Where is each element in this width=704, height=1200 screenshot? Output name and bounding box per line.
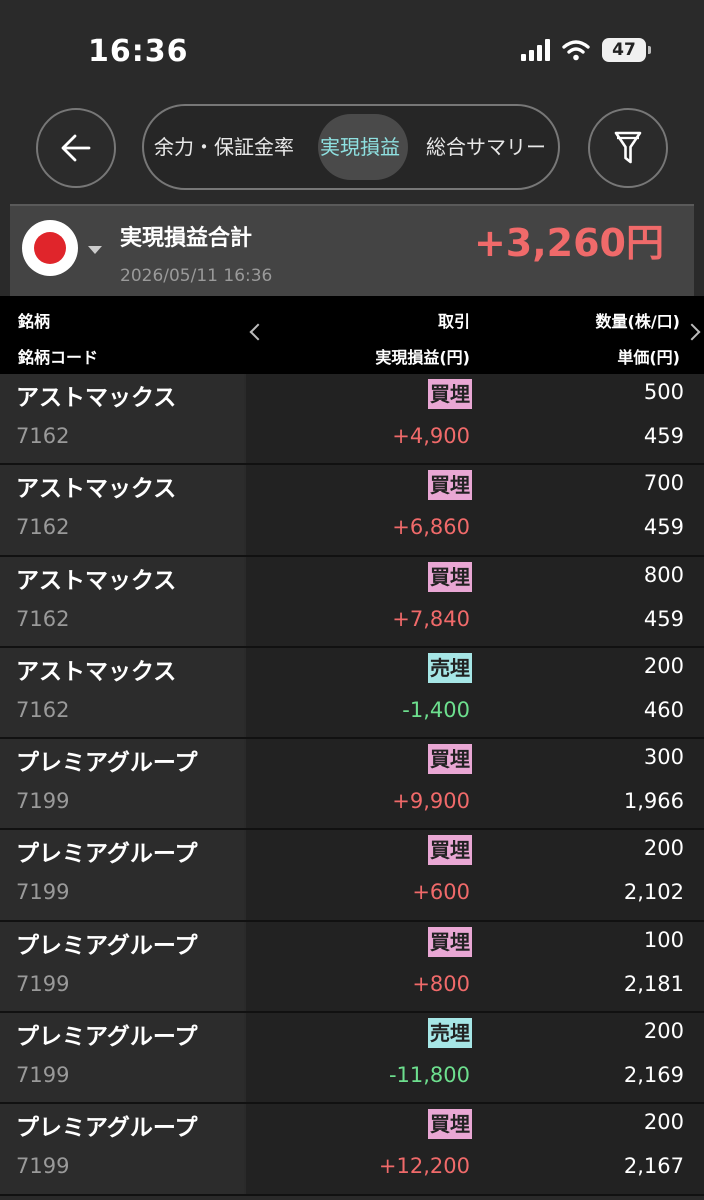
status-bar: 16:36 47 [0,0,704,100]
realized-pnl: +6,860 [392,515,470,540]
unit-price: 460 [643,697,684,722]
stock-code: 7199 [16,1063,70,1088]
tab-summary[interactable]: 総合サマリー [426,106,546,188]
header-name: 銘柄 [18,312,51,331]
trade-type-badge: 買埋 [428,561,472,592]
stock-name: アストマックス [16,567,177,594]
trade-type-badge: 買埋 [428,379,472,409]
quantity: 800 [643,562,684,587]
unit-price: 1,966 [623,789,684,814]
filter-button[interactable] [588,108,668,188]
realized-pnl: +600 [412,880,470,905]
stock-code: 7162 [16,424,70,448]
quantity: 200 [643,653,684,678]
signal-icon [521,39,550,61]
trade-type-badge: 買埋 [428,926,472,957]
header-price: 単価(円) [617,348,680,367]
summary-title: 実現損益合計 [120,226,253,251]
trade-type-badge: 買埋 [428,835,472,866]
realized-pnl: +7,840 [392,606,470,631]
status-icons: 47 [521,38,651,62]
stock-name: アストマックス [16,658,177,685]
table-row[interactable]: プレミアグループ 7199 200 2,169 売埋 -11,800 [0,1013,704,1105]
realized-pnl: +12,200 [378,1154,470,1179]
realized-pnl: -11,800 [388,1063,470,1088]
segmented-tabs: 余力・保証金率 実現損益 総合サマリー [142,104,560,190]
stock-name: プレミアグループ [16,750,198,777]
stock-name: アストマックス [16,476,177,503]
unit-price: 2,181 [623,971,684,996]
stock-code: 7162 [16,606,70,631]
realized-pnl-summary: 実現損益合計 2026/05/11 16:36 +3,260円 [10,204,694,296]
header-qty: 数量(株/口) [595,312,680,331]
quantity: 200 [643,1110,684,1135]
filter-icon [614,131,642,164]
wifi-icon [562,40,590,61]
trade-type-badge: 買埋 [428,744,472,775]
quantity: 300 [643,745,684,770]
realized-pnl: -1,400 [402,697,470,722]
header-trade: 取引 [437,312,470,331]
back-button[interactable] [36,108,116,188]
stock-code: 7199 [16,971,70,996]
stock-code: 7162 [16,515,70,540]
table-row[interactable]: アストマックス 7162 200 460 売埋 -1,400 [0,647,704,740]
unit-price: 459 [643,606,684,631]
battery-icon: 47 [602,38,651,62]
unit-price: 2,169 [623,1063,684,1088]
realized-pnl: +9,900 [392,789,470,814]
stock-name: プレミアグループ [16,932,198,959]
unit-price: 2,102 [623,880,684,905]
trade-type-badge: 売埋 [428,652,472,683]
realized-pnl: +800 [412,971,470,996]
unit-price: 459 [643,515,684,540]
table-row[interactable]: アストマックス 7162 700 459 買埋 +6,860 [0,465,704,557]
stock-code: 7199 [16,880,70,905]
table-row[interactable]: プレミアグループ 7199 300 1,966 買埋 +9,900 [0,739,704,831]
table-row[interactable]: プレミアグループ 7199 100 2,181 買埋 +800 [0,921,704,1014]
trade-type-badge: 売埋 [428,1018,472,1049]
stock-name: プレミアグループ [16,1024,198,1051]
header-pnl: 実現損益(円) [375,348,470,367]
tab-realized-pnl[interactable]: 実現損益 [320,106,400,188]
toolbar: 余力・保証金率 実現損益 総合サマリー [0,100,704,204]
table-row[interactable]: アストマックス 7162 500 459 買埋 +4,900 [0,374,704,466]
back-arrow-icon [61,134,91,162]
quantity: 700 [643,471,684,496]
table-header: 銘柄 銘柄コード 取引 実現損益(円) 数量(株/口) 単価(円) [0,296,704,374]
chevron-right-icon[interactable] [683,323,701,341]
chevron-down-icon[interactable] [88,246,102,254]
summary-datetime: 2026/05/11 16:36 [120,266,273,286]
quantity: 200 [643,836,684,861]
unit-price: 2,167 [623,1154,684,1179]
tab-margin-ratio[interactable]: 余力・保証金率 [154,106,294,188]
stock-name: プレミアグループ [16,1115,198,1142]
trade-type-badge: 買埋 [428,470,472,501]
stock-name: アストマックス [16,385,177,411]
trade-type-badge: 買埋 [428,1109,472,1140]
table-row[interactable]: プレミアグループ 7199 200 2,167 買埋 +12,200 [0,1104,704,1196]
header-code: 銘柄コード [18,348,99,367]
realized-pnl: +4,900 [392,424,470,448]
summary-total-value: +3,260円 [473,221,664,265]
table-row[interactable]: アストマックス 7162 800 459 買埋 +7,840 [0,556,704,648]
stock-name: プレミアグループ [16,841,198,868]
stock-code: 7162 [16,697,70,722]
trade-list: アストマックス 7162 500 459 買埋 +4,900 アストマックス 7… [0,374,704,1196]
unit-price: 459 [643,424,684,448]
quantity: 200 [643,1019,684,1044]
quantity: 100 [643,927,684,952]
table-row[interactable]: プレミアグループ 7199 200 2,102 買埋 +600 [0,830,704,922]
stock-code: 7199 [16,789,70,814]
quantity: 500 [643,380,684,404]
stock-code: 7199 [16,1154,70,1179]
japan-flag-icon[interactable] [22,220,78,276]
status-time: 16:36 [88,34,189,69]
chevron-left-icon[interactable] [249,323,267,341]
